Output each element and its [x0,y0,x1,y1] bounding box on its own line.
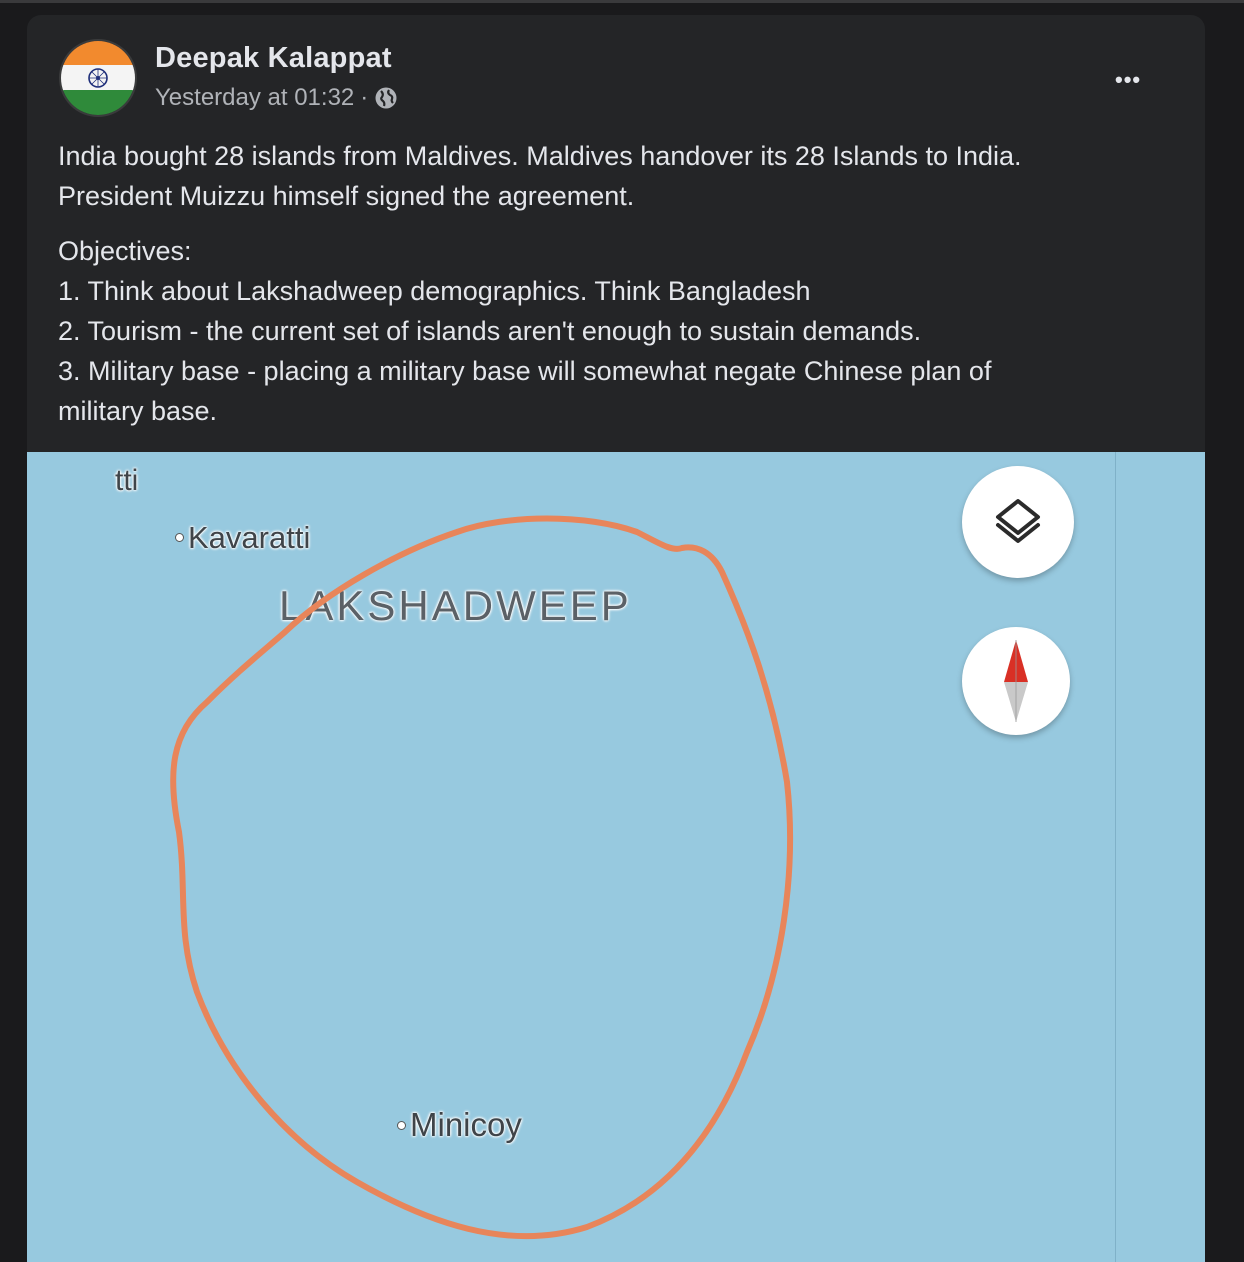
objective-item: 2. Tourism - the current set of islands … [58,316,922,346]
objective-item: 3. Military base - placing a military ba… [58,356,992,386]
window-top-border [0,0,1244,3]
globe-icon [375,87,397,109]
post-timestamp[interactable]: Yesterday at 01:32 [155,84,354,112]
compass-icon [1004,640,1028,722]
meta-separator: · [360,84,369,111]
objective-item: 1. Think about Lakshadweep demographics.… [58,276,811,306]
map-layers-button[interactable] [962,466,1074,578]
objectives-list: Objectives: 1. Think about Lakshadweep d… [58,231,1178,431]
avatar[interactable] [59,39,137,117]
map-image[interactable]: tti Kavaratti LAKSHADWEEP Minicoy [27,452,1205,1262]
post-card: Deepak Kalappat Yesterday at 01:32 · •••… [27,15,1205,1262]
chakra-icon [88,68,108,88]
flag-green-band [61,89,135,115]
flag-saffron-band [61,41,135,67]
post-text: India bought 28 islands from Maldives. M… [58,136,1178,431]
author-name[interactable]: Deepak Kalappat [155,42,392,75]
post-meta: Yesterday at 01:32 · [155,84,398,112]
objective-item: military base. [58,396,218,426]
layers-icon [996,499,1040,543]
text-line: India bought 28 islands from Maldives. M… [58,141,1022,171]
objectives-heading: Objectives: [58,236,192,266]
text-line: President Muizzu himself signed the agre… [58,181,635,211]
more-options-button[interactable]: ••• [1115,67,1141,93]
map-compass-button[interactable] [962,627,1070,735]
post-paragraph: India bought 28 islands from Maldives. M… [58,136,1178,216]
